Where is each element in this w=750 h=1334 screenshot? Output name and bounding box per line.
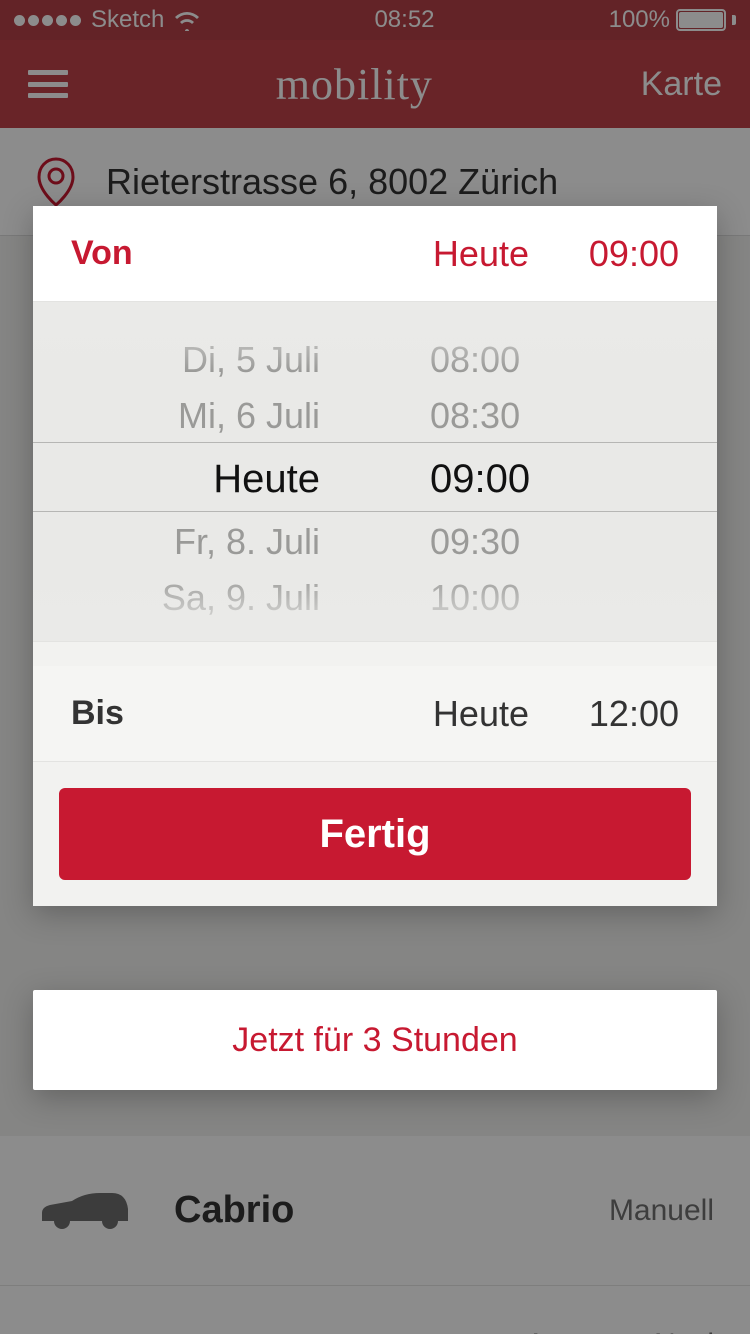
picker-option[interactable]: 08:30 <box>430 388 520 444</box>
from-label: Von <box>71 234 133 273</box>
from-row[interactable]: Von Heute 09:00 <box>33 206 717 302</box>
picker-option[interactable]: 08:00 <box>430 332 520 388</box>
picker-wheel[interactable]: Di, 5 Juli Mi, 6 Juli Heute Fr, 8. Juli … <box>33 302 717 642</box>
to-date-value: Heute <box>433 693 529 735</box>
to-row[interactable]: Bis Heute 12:00 <box>33 666 717 762</box>
quick-duration-button[interactable]: Jetzt für 3 Stunden <box>33 990 717 1090</box>
done-label: Fertig <box>319 812 430 857</box>
from-time-value: 09:00 <box>569 233 679 275</box>
picker-option[interactable]: Fr, 8. Juli <box>174 514 320 570</box>
datetime-picker-modal: Von Heute 09:00 Di, 5 Juli Mi, 6 Juli He… <box>33 206 717 906</box>
picker-option[interactable]: Di, 5 Juli <box>182 332 320 388</box>
done-button[interactable]: Fertig <box>59 788 691 880</box>
from-date-value: Heute <box>433 233 529 275</box>
to-label: Bis <box>71 694 124 733</box>
to-time-value: 12:00 <box>569 693 679 735</box>
picker-option[interactable]: Mi, 6 Juli <box>178 388 320 444</box>
quick-duration-label: Jetzt für 3 Stunden <box>232 1021 517 1060</box>
picker-option[interactable]: 09:30 <box>430 514 520 570</box>
picker-option[interactable]: 10:00 <box>430 570 520 626</box>
picker-option[interactable]: Sa, 9. Juli <box>162 570 320 626</box>
